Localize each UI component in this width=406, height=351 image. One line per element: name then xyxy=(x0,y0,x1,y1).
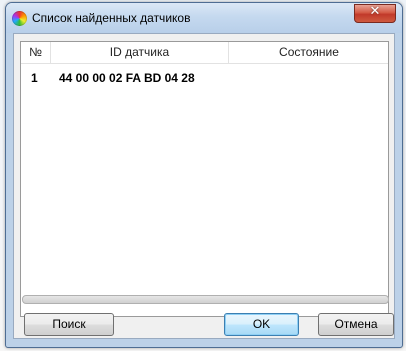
dialog-body: № ID датчика Состояние 1 44 00 00 02 FA … xyxy=(13,33,395,339)
window-title: Список найденных датчиков xyxy=(32,11,191,25)
column-header-state[interactable]: Состояние xyxy=(229,42,389,63)
sensor-list[interactable]: № ID датчика Состояние 1 44 00 00 02 FA … xyxy=(20,41,389,317)
horizontal-scrollbar[interactable] xyxy=(22,295,389,304)
ok-button[interactable]: OK xyxy=(224,313,299,336)
row-sensor-id: 44 00 00 02 FA BD 04 28 xyxy=(59,71,195,85)
close-icon: ✕ xyxy=(369,4,381,19)
column-header-sensor-id[interactable]: ID датчика xyxy=(51,42,229,63)
list-header: № ID датчика Состояние xyxy=(21,42,388,64)
cancel-button[interactable]: Отмена xyxy=(318,313,394,336)
title-bar[interactable]: Список найденных датчиков ✕ xyxy=(6,3,402,33)
search-button[interactable]: Поиск xyxy=(24,313,114,336)
table-row[interactable]: 1 44 00 00 02 FA BD 04 28 xyxy=(21,68,388,88)
color-wheel-icon xyxy=(12,11,27,26)
sensors-dialog: Список найденных датчиков ✕ № ID датчика… xyxy=(5,2,403,348)
column-header-number[interactable]: № xyxy=(21,42,51,63)
close-button[interactable]: ✕ xyxy=(354,4,396,23)
row-number: 1 xyxy=(31,71,38,85)
